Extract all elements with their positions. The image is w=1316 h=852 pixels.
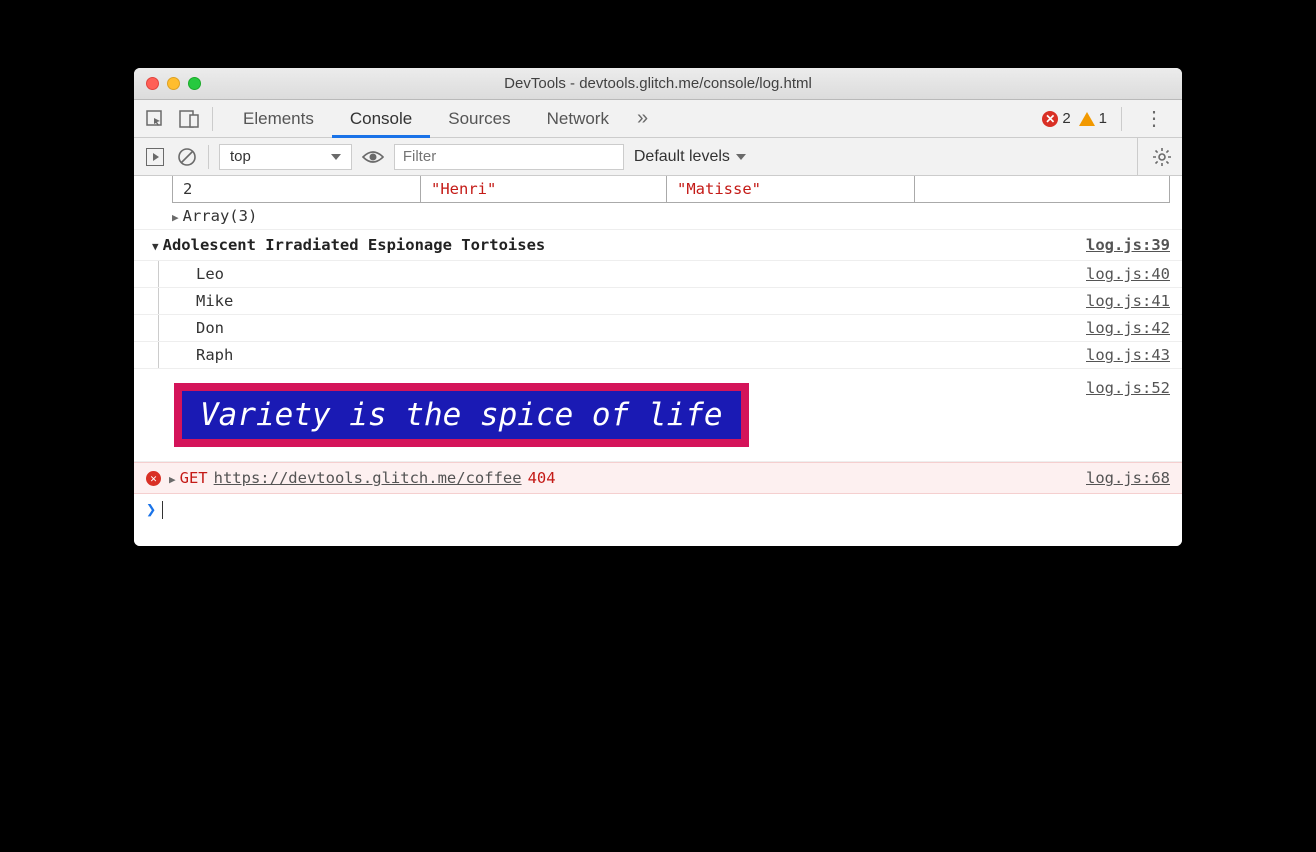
source-link[interactable]: log.js:42 xyxy=(1086,319,1170,337)
warning-counter[interactable]: 1 xyxy=(1079,110,1107,127)
console-group-header[interactable]: Adolescent Irradiated Espionage Tortoise… xyxy=(134,230,1182,261)
source-link[interactable]: log.js:41 xyxy=(1086,292,1170,310)
levels-label: Default levels xyxy=(634,148,730,166)
traffic-lights xyxy=(134,77,201,90)
console-log-row[interactable]: Raph log.js:43 xyxy=(134,342,1182,369)
maximize-button[interactable] xyxy=(188,77,201,90)
source-link[interactable]: log.js:68 xyxy=(1086,469,1170,487)
kebab-menu-icon[interactable]: ⋮ xyxy=(1136,106,1172,131)
styled-log-text: Variety is the spice of life xyxy=(174,383,749,447)
log-levels-select[interactable]: Default levels xyxy=(634,148,746,166)
source-link[interactable]: log.js:39 xyxy=(1086,236,1170,254)
tabs: Elements Console Sources Network » xyxy=(225,100,658,137)
close-button[interactable] xyxy=(146,77,159,90)
error-url-link[interactable]: https://devtools.glitch.me/coffee xyxy=(214,469,522,487)
collapse-arrow-icon xyxy=(152,236,163,254)
table-row[interactable]: 2 "Henri" "Matisse" xyxy=(172,176,1170,203)
tab-sources[interactable]: Sources xyxy=(430,100,528,137)
divider xyxy=(208,145,209,169)
expand-arrow-icon xyxy=(172,207,183,225)
tabbar-left xyxy=(144,108,200,130)
warning-count: 1 xyxy=(1099,110,1107,127)
device-toggle-icon[interactable] xyxy=(178,108,200,130)
console-error-row[interactable]: ✕ GET https://devtools.glitch.me/coffee … xyxy=(134,462,1182,494)
window-title: DevTools - devtools.glitch.me/console/lo… xyxy=(134,75,1182,92)
error-count: 2 xyxy=(1062,110,1070,127)
tab-elements[interactable]: Elements xyxy=(225,100,332,137)
execution-context-select[interactable]: top xyxy=(219,144,352,170)
filter-input[interactable] xyxy=(394,144,624,170)
divider xyxy=(1121,107,1122,131)
warning-icon xyxy=(1079,112,1095,126)
console-settings-icon[interactable] xyxy=(1137,138,1172,175)
array-expand-row[interactable]: Array(3) xyxy=(134,203,1182,230)
group-title: Adolescent Irradiated Espionage Tortoise… xyxy=(163,236,546,254)
array-label: Array(3) xyxy=(183,207,258,225)
clear-console-icon[interactable] xyxy=(176,146,198,168)
log-text: Don xyxy=(196,319,224,337)
table-cell-first-name: "Henri" xyxy=(421,176,667,202)
chevron-down-icon xyxy=(331,154,341,160)
error-icon: ✕ xyxy=(146,471,161,486)
titlebar: DevTools - devtools.glitch.me/console/lo… xyxy=(134,68,1182,100)
expand-arrow-icon xyxy=(169,469,180,487)
log-text: Raph xyxy=(196,346,233,364)
log-text: Leo xyxy=(196,265,224,283)
prompt-chevron-icon: ❯ xyxy=(146,500,156,520)
log-text: Mike xyxy=(196,292,233,310)
source-link[interactable]: log.js:52 xyxy=(1086,373,1170,397)
error-counter[interactable]: ✕ 2 xyxy=(1042,110,1070,127)
table-cell-last-name: "Matisse" xyxy=(667,176,915,202)
context-label: top xyxy=(230,148,251,165)
minimize-button[interactable] xyxy=(167,77,180,90)
tab-console[interactable]: Console xyxy=(332,101,430,138)
styled-log-row[interactable]: Variety is the spice of life log.js:52 xyxy=(134,369,1182,462)
tabbar-right: ✕ 2 1 ⋮ xyxy=(1042,106,1172,131)
live-expression-icon[interactable] xyxy=(362,146,384,168)
inspect-icon[interactable] xyxy=(144,108,166,130)
tab-network[interactable]: Network xyxy=(529,100,627,137)
table-cell-index: 2 xyxy=(173,176,421,202)
source-link[interactable]: log.js:43 xyxy=(1086,346,1170,364)
console-output: 2 "Henri" "Matisse" Array(3) Adolescent … xyxy=(134,176,1182,546)
console-log-row[interactable]: Mike log.js:41 xyxy=(134,288,1182,315)
console-log-row[interactable]: Don log.js:42 xyxy=(134,315,1182,342)
divider xyxy=(212,107,213,131)
console-prompt[interactable]: ❯ xyxy=(134,494,1182,526)
devtools-window: DevTools - devtools.glitch.me/console/lo… xyxy=(134,68,1182,546)
table-cell-empty xyxy=(915,176,1169,202)
console-filterbar: top Default levels xyxy=(134,138,1182,176)
more-tabs-icon[interactable]: » xyxy=(627,107,658,130)
error-icon: ✕ xyxy=(1042,111,1058,127)
tabbar: Elements Console Sources Network » ✕ 2 1… xyxy=(134,100,1182,138)
http-status: 404 xyxy=(528,469,556,487)
chevron-down-icon xyxy=(736,154,746,160)
source-link[interactable]: log.js:40 xyxy=(1086,265,1170,283)
console-log-row[interactable]: Leo log.js:40 xyxy=(134,261,1182,288)
toggle-sidebar-icon[interactable] xyxy=(144,146,166,168)
http-method: GET xyxy=(180,469,208,487)
text-cursor xyxy=(162,501,163,519)
